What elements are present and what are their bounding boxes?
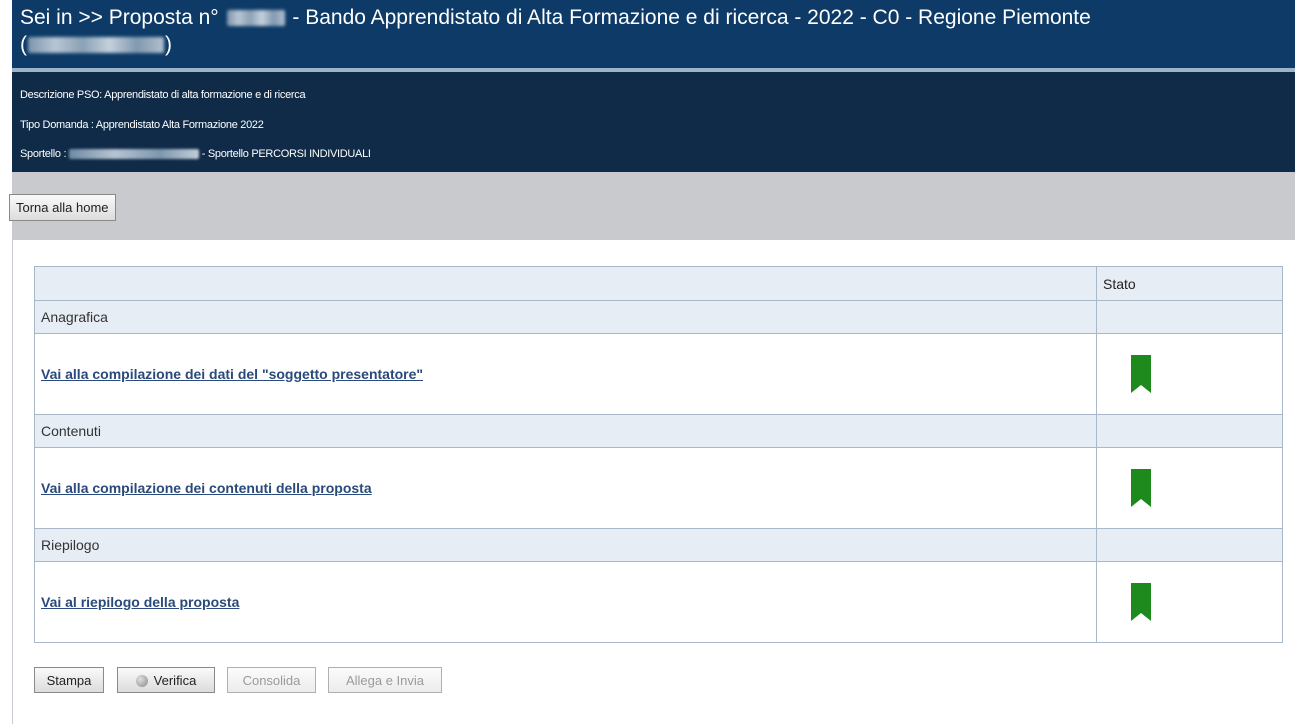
title-paren-open: (	[20, 33, 27, 56]
link-contenuti-proposta[interactable]: Vai alla compilazione dei contenuti dell…	[41, 480, 372, 496]
status-cell	[1096, 333, 1283, 415]
section-stato-empty	[1096, 300, 1283, 334]
sections-table: Stato Anagrafica Vai alla compilazione d…	[34, 266, 1283, 643]
info-tipo-domanda: Tipo Domanda : Apprendistato Alta Formaz…	[20, 119, 264, 131]
status-bookmark-icon	[1131, 355, 1151, 393]
section-row-riepilogo: Riepilogo	[34, 528, 1283, 562]
redacted-proposal-number	[226, 10, 285, 27]
section-row-anagrafica: Anagrafica	[34, 300, 1283, 334]
section-label-riepilogo: Riepilogo	[34, 528, 1097, 562]
section-label-anagrafica: Anagrafica	[34, 300, 1097, 334]
table-header-empty	[34, 266, 1097, 301]
link-row-anagrafica: Vai alla compilazione dei dati del "sogg…	[34, 333, 1283, 415]
back-home-button[interactable]: Torna alla home	[9, 194, 116, 221]
link-cell: Vai alla compilazione dei dati del "sogg…	[34, 333, 1097, 415]
title-paren-close: )	[165, 33, 172, 56]
info-panel: Descrizione PSO: Apprendistato di alta f…	[12, 72, 1295, 172]
stato-header: Stato	[1096, 266, 1283, 301]
redacted-sportello-code	[69, 149, 199, 160]
table-header-row: Stato	[34, 266, 1283, 301]
section-stato-empty	[1096, 414, 1283, 448]
status-bookmark-icon	[1131, 583, 1151, 621]
link-row-contenuti: Vai alla compilazione dei contenuti dell…	[34, 447, 1283, 529]
allega-invia-button[interactable]: Allega e Invia	[328, 667, 442, 693]
home-bar: Torna alla home	[9, 172, 1295, 240]
status-cell	[1096, 447, 1283, 529]
sportello-label: Sportello :	[20, 148, 67, 160]
page-title-line1: Sei in >> Proposta n° - Bando Apprendist…	[20, 4, 1287, 31]
title-main: - Bando Apprendistato di Alta Formazione…	[292, 6, 1091, 29]
link-cell: Vai alla compilazione dei contenuti dell…	[34, 447, 1097, 529]
stampa-button[interactable]: Stampa	[34, 667, 104, 693]
verifica-status-icon	[135, 674, 148, 687]
link-soggetto-presentatore[interactable]: Vai alla compilazione dei dati del "sogg…	[41, 366, 423, 382]
link-row-riepilogo: Vai al riepilogo della proposta	[34, 561, 1283, 643]
status-cell	[1096, 561, 1283, 643]
section-row-contenuti: Contenuti	[34, 414, 1283, 448]
verifica-label: Verifica	[153, 672, 197, 688]
sportello-value: - Sportello PERCORSI INDIVIDUALI	[201, 148, 371, 160]
link-cell: Vai al riepilogo della proposta	[34, 561, 1097, 643]
verifica-button[interactable]: Verifica	[117, 667, 215, 693]
info-sportello: Sportello : - Sportello PERCORSI INDIVID…	[20, 148, 371, 160]
link-riepilogo-proposta[interactable]: Vai al riepilogo della proposta	[41, 594, 239, 610]
section-stato-empty	[1096, 528, 1283, 562]
status-bookmark-icon	[1131, 469, 1151, 507]
page-title-bar: Sei in >> Proposta n° - Bando Apprendist…	[12, 0, 1295, 68]
page-title-line2: ()	[20, 31, 1287, 58]
consolida-button[interactable]: Consolida	[227, 667, 316, 693]
info-descrizione: Descrizione PSO: Apprendistato di alta f…	[20, 89, 306, 101]
section-label-contenuti: Contenuti	[34, 414, 1097, 448]
redacted-proposal-code	[28, 37, 164, 54]
title-prefix: Sei in >> Proposta n°	[20, 6, 219, 29]
